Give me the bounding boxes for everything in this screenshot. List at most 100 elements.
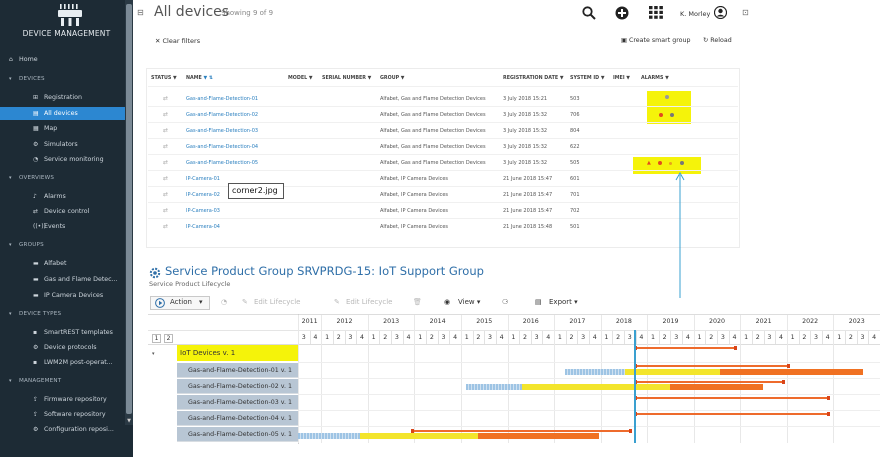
avatar[interactable] — [714, 6, 727, 19]
sort-icon[interactable]: ⇅ — [209, 76, 213, 81]
collapse-sidebar-icon[interactable]: ⊟ — [137, 8, 144, 17]
gantt-bar-active[interactable] — [360, 433, 478, 439]
gantt-group-milestone-bar[interactable] — [634, 346, 737, 350]
column-header-imei[interactable]: IMEI ▼ — [613, 76, 630, 81]
gantt-bar-planned[interactable] — [466, 384, 522, 390]
sidebar-item-device-protocols[interactable]: ⚙ Device protocols — [0, 341, 125, 354]
filter-icon[interactable]: ▼ — [368, 76, 372, 81]
column-header-registration-date[interactable]: REGISTRATION DATE ▼ — [503, 76, 564, 81]
alarm-critical-icon[interactable]: ▲ — [647, 160, 651, 166]
alarm-minor-icon[interactable] — [670, 113, 674, 117]
sidebar-item-registration[interactable]: ⊞ Registration — [0, 91, 125, 104]
scrollbar-thumb[interactable] — [126, 4, 132, 414]
device-name-link[interactable]: Gas-and-Flame-Detection-04 — [186, 144, 258, 150]
gantt-task-label[interactable]: Gas-and-Flame-Detection-04 v. 1 — [177, 411, 298, 426]
gantt-bar-planned[interactable] — [565, 369, 625, 375]
gantt-thin-bar[interactable] — [634, 380, 785, 384]
gantt-thin-bar[interactable] — [634, 396, 830, 400]
sidebar-item-group-alfabet[interactable]: ▬ Alfabet — [0, 257, 125, 270]
delete-icon[interactable]: 🗑 — [413, 298, 422, 306]
section-groups[interactable]: ▾ GROUPS — [0, 240, 125, 251]
search-icon[interactable] — [582, 6, 596, 20]
reload-button[interactable]: ↻ Reload — [703, 37, 732, 44]
sidebar-item-home[interactable]: ⌂ Home — [0, 53, 125, 66]
gantt-task-label[interactable]: Gas-and-Flame-Detection-02 v. 1 — [177, 379, 298, 394]
expand-panel-icon[interactable]: ⊡ — [742, 8, 749, 17]
gantt-bar-retire[interactable] — [720, 369, 863, 375]
edit-lifecycle-button-2[interactable]: Edit Lifecycle — [346, 298, 393, 306]
filter-icon[interactable]: ▼ — [173, 76, 177, 81]
device-name-link[interactable]: Gas-and-Flame-Detection-02 — [186, 112, 258, 118]
gantt-thin-bar[interactable] — [634, 364, 790, 368]
app-grid-icon[interactable] — [649, 6, 663, 19]
column-header-model[interactable]: MODEL ▼ — [288, 76, 313, 81]
filter-icon[interactable]: ▼ — [560, 76, 564, 81]
filter-icon[interactable]: ▼ — [309, 76, 313, 81]
gantt-task-label[interactable]: Gas-and-Flame-Detection-01 v. 1 — [177, 363, 298, 378]
gantt-group-row[interactable]: IoT Devices v. 1 — [177, 345, 298, 361]
device-name-link[interactable]: Gas-and-Flame-Detection-03 — [186, 128, 258, 134]
column-header-name[interactable]: NAME ▼ ⇅ — [186, 76, 213, 81]
gantt-bar-planned[interactable] — [298, 433, 360, 439]
filter-icon[interactable]: ▼ — [203, 76, 207, 81]
alarm-warning-icon[interactable] — [680, 161, 684, 165]
alarm-minor-icon[interactable] — [669, 162, 672, 165]
device-name-link[interactable]: IP-Camera-02 — [186, 192, 220, 198]
device-name-link[interactable]: IP-Camera-01 — [186, 176, 220, 182]
create-smart-group-button[interactable]: ▣ Create smart group — [621, 37, 691, 44]
gantt-task-label[interactable]: Gas-and-Flame-Detection-03 v. 1 — [177, 395, 298, 410]
sidebar-item-simulators[interactable]: ⚙ Simulators — [0, 138, 125, 151]
section-overviews[interactable]: ▾ OVERVIEWS — [0, 173, 125, 184]
gantt-task-label[interactable]: Gas-and-Flame-Detection-05 v. 1 — [177, 427, 298, 442]
add-icon[interactable] — [615, 6, 629, 20]
scroll-down-icon[interactable]: ▼ — [125, 418, 133, 424]
section-management[interactable]: ▾ MANAGEMENT — [0, 376, 125, 387]
column-header-system-id[interactable]: SYSTEM ID ▼ — [570, 76, 605, 81]
filter-icon[interactable]: ▼ — [601, 76, 605, 81]
column-header-serial[interactable]: SERIAL NUMBER ▼ — [322, 76, 371, 81]
sidebar-item-smartrest[interactable]: ▪ SmartREST templates — [0, 326, 125, 339]
user-name[interactable]: K. Morley — [680, 10, 710, 18]
sidebar-item-alarms[interactable]: ♪ Alarms — [0, 190, 125, 203]
gantt-bar-active[interactable] — [522, 384, 670, 390]
device-name-link[interactable]: Gas-and-Flame-Detection-01 — [186, 96, 258, 102]
sidebar-item-device-control[interactable]: ⇄ Device control — [0, 205, 125, 218]
filter-icon[interactable]: ▼ — [665, 76, 669, 81]
gantt-bar-active[interactable] — [625, 369, 720, 375]
level-1-button[interactable]: 1 — [152, 334, 161, 343]
alarm-major-icon[interactable] — [658, 161, 662, 165]
sidebar-item-configuration[interactable]: ⚙ Configuration reposi... — [0, 423, 125, 433]
sidebar-item-group-ip-camera[interactable]: ▬ IP Camera Devices — [0, 289, 125, 302]
sidebar-item-group-gas[interactable]: ▬ Gas and Flame Detec... — [0, 273, 125, 286]
section-device-types[interactable]: ▾ DEVICE TYPES — [0, 309, 125, 320]
section-devices[interactable]: ▾ DEVICES — [0, 74, 125, 85]
expand-group-icon[interactable]: ▾ — [152, 351, 155, 357]
filter-icon[interactable]: ▼ — [626, 76, 630, 81]
gantt-thin-bar[interactable] — [411, 429, 632, 433]
gantt-bar-retire[interactable] — [670, 384, 763, 390]
view-button[interactable]: View ▾ — [458, 298, 480, 306]
sidebar-item-firmware[interactable]: ⇪ Firmware repository — [0, 393, 125, 406]
device-name-link[interactable]: IP-Camera-04 — [186, 224, 220, 230]
sidebar-item-software[interactable]: ⇪ Software repository — [0, 408, 125, 421]
device-name-link[interactable]: IP-Camera-03 — [186, 208, 220, 214]
sidebar-scrollbar[interactable]: ▼ — [125, 0, 133, 425]
alarm-minor-icon[interactable] — [665, 95, 669, 99]
sidebar-item-events[interactable]: ((•)) Events — [0, 220, 125, 233]
gantt-thin-bar[interactable] — [634, 412, 830, 416]
export-button[interactable]: Export ▾ — [549, 298, 578, 306]
level-2-button[interactable]: 2 — [164, 334, 173, 343]
column-header-group[interactable]: GROUP ▼ — [380, 76, 405, 81]
column-header-alarms[interactable]: ALARMS ▼ — [641, 76, 669, 81]
gantt-bar-retire[interactable] — [478, 433, 599, 439]
handshake-icon[interactable]: ⚆ — [502, 298, 508, 306]
device-name-link[interactable]: Gas-and-Flame-Detection-05 — [186, 160, 258, 166]
sidebar-item-all-devices[interactable]: ▤ All devices — [0, 107, 125, 120]
sidebar-item-map[interactable]: ▦ Map — [0, 122, 125, 135]
filter-icon[interactable]: ▼ — [401, 76, 405, 81]
alarm-major-icon[interactable] — [659, 113, 663, 117]
sidebar-item-lwm2m[interactable]: ▪ LWM2M post-operat... — [0, 356, 125, 369]
edit-lifecycle-button[interactable]: Edit Lifecycle — [254, 298, 301, 306]
sidebar-item-service-monitoring[interactable]: ◔ Service monitoring — [0, 153, 125, 166]
clear-filters-button[interactable]: ✕ Clear filters — [155, 37, 200, 45]
